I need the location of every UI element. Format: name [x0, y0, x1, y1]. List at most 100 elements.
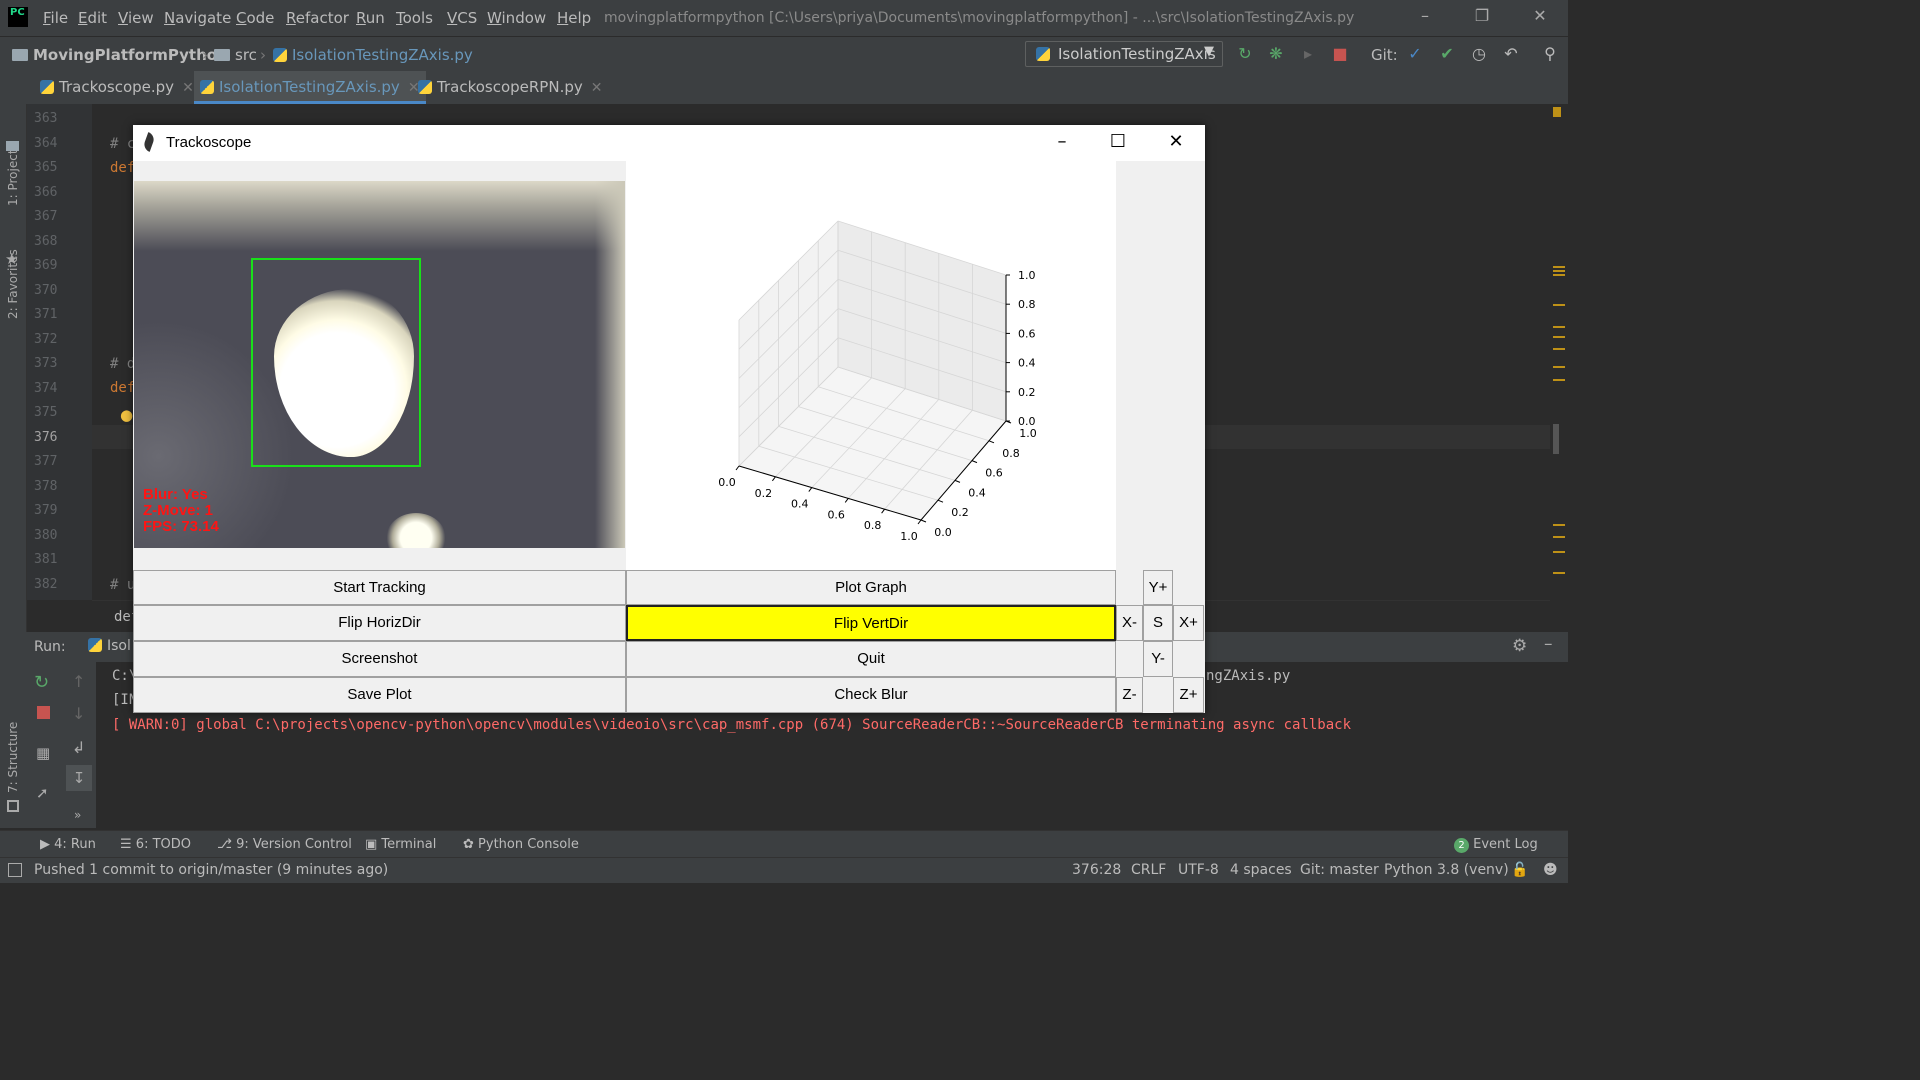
search-icon[interactable]: ⚲: [1541, 45, 1559, 63]
menu-refactor[interactable]: Refactor: [286, 9, 349, 27]
down-arrow-icon[interactable]: ↓: [72, 704, 85, 723]
warning-marker[interactable]: [1553, 536, 1565, 538]
trackoscope-title-bar[interactable]: Trackoscope – ☐ ✕: [133, 125, 1205, 161]
menu-vcs[interactable]: VCS: [447, 9, 477, 27]
plot-graph-button[interactable]: Plot Graph: [626, 570, 1116, 605]
x-plus-button[interactable]: X+: [1173, 605, 1204, 641]
save-plot-button[interactable]: Save Plot: [133, 677, 626, 713]
notifications-icon[interactable]: ☻: [1543, 862, 1558, 878]
python-interpreter[interactable]: Python 3.8 (venv): [1384, 862, 1509, 878]
tool-run[interactable]: ▶ 4: Run: [40, 837, 96, 852]
z-plus-button[interactable]: Z+: [1173, 677, 1204, 713]
lock-icon[interactable]: 🔓: [1511, 862, 1528, 878]
menu-help[interactable]: Help: [557, 9, 591, 27]
stop-button[interactable]: S: [1143, 605, 1173, 641]
file-encoding[interactable]: UTF-8: [1178, 862, 1219, 878]
warning-marker[interactable]: [1553, 326, 1565, 328]
x-minus-button[interactable]: X-: [1116, 605, 1143, 641]
tool-todo[interactable]: ☰ 6: TODO: [120, 837, 191, 852]
tab-trackoscoperpn[interactable]: TrackoscopeRPN.py ✕: [418, 71, 602, 104]
window-title: movingplatformpython [C:\Users\priya\Doc…: [604, 10, 1355, 26]
flip-vert-button[interactable]: Flip VertDir: [626, 605, 1116, 641]
event-log[interactable]: 2 Event Log: [1454, 837, 1538, 853]
toggle-panels-icon[interactable]: [8, 863, 22, 877]
menu-view[interactable]: View: [118, 9, 154, 27]
warning-marker[interactable]: [1553, 270, 1565, 272]
up-arrow-icon[interactable]: ↑: [72, 672, 85, 691]
menu-code[interactable]: Code: [236, 9, 274, 27]
tab-trackoscope[interactable]: Trackoscope.py ✕: [40, 71, 194, 104]
warning-marker[interactable]: [1553, 551, 1565, 553]
soft-wrap-icon[interactable]: ↲: [72, 738, 85, 757]
tool-version-control[interactable]: ⎇ 9: Version Control: [217, 837, 352, 852]
rerun-icon[interactable]: ↻: [1236, 45, 1254, 63]
structure-tool-window[interactable]: 7: Structure: [6, 722, 20, 793]
git-commit-icon[interactable]: ✔: [1438, 45, 1456, 63]
breadcrumb-file[interactable]: IsolationTestingZAxis.py: [273, 46, 473, 64]
minimize-icon[interactable]: –: [1042, 129, 1082, 155]
start-tracking-button[interactable]: Start Tracking: [133, 570, 626, 605]
breadcrumb-folder[interactable]: src: [214, 46, 257, 64]
plot-3d-svg: 0.00.20.40.60.81.0 0.00.20.40.60.81.00.00…: [718, 220, 1037, 543]
more-icon[interactable]: »: [74, 808, 81, 822]
y-minus-button[interactable]: Y-: [1143, 641, 1173, 677]
tool-python-console[interactable]: ✿ Python Console: [463, 837, 579, 852]
breadcrumb-project[interactable]: MovingPlatformPython: [12, 46, 228, 64]
close-tab-icon[interactable]: ✕: [182, 80, 194, 96]
pin-icon[interactable]: ➚: [36, 784, 49, 802]
check-blur-button[interactable]: Check Blur: [626, 677, 1116, 713]
menu-run[interactable]: Run: [356, 9, 385, 27]
indent-setting[interactable]: 4 spaces: [1230, 862, 1292, 878]
warning-marker[interactable]: [1553, 336, 1565, 338]
warning-marker[interactable]: [1553, 274, 1565, 276]
warning-marker[interactable]: [1553, 366, 1565, 368]
breadcrumb-folder-label: src: [235, 46, 257, 64]
run-panel-tab[interactable]: Isol: [88, 638, 131, 654]
stop-icon[interactable]: ■: [1331, 45, 1349, 63]
close-icon[interactable]: ✕: [1520, 6, 1560, 30]
minimize-icon[interactable]: –: [1405, 6, 1445, 30]
rerun-icon[interactable]: ↻: [34, 672, 49, 693]
close-tab-icon[interactable]: ✕: [591, 80, 603, 96]
run-configuration-select[interactable]: IsolationTestingZAxis ▼: [1025, 41, 1223, 67]
z-minus-button[interactable]: Z-: [1116, 677, 1143, 713]
quit-button[interactable]: Quit: [626, 641, 1116, 677]
line-separator[interactable]: CRLF: [1131, 862, 1166, 878]
y-plus-button[interactable]: Y+: [1143, 570, 1173, 605]
git-branch[interactable]: Git: master: [1300, 862, 1379, 878]
maximize-icon[interactable]: ☐: [1098, 129, 1138, 155]
status-message[interactable]: Pushed 1 commit to origin/master (9 minu…: [34, 862, 388, 878]
flip-horiz-button[interactable]: Flip HorizDir: [133, 605, 626, 641]
hide-panel-icon[interactable]: –: [1544, 634, 1553, 654]
warning-marker[interactable]: [1553, 304, 1565, 306]
history-icon[interactable]: ◷: [1470, 45, 1488, 63]
tool-terminal[interactable]: ▣ Terminal: [365, 837, 436, 852]
scroll-to-end-icon[interactable]: ↧: [66, 765, 92, 791]
layout-icon[interactable]: ▦: [36, 744, 50, 762]
close-icon[interactable]: ✕: [1156, 129, 1196, 155]
warning-marker[interactable]: [1553, 379, 1565, 381]
warning-marker[interactable]: [1553, 572, 1565, 574]
lightbulb-icon[interactable]: ●: [120, 406, 133, 424]
bottom-tool-bar: ▶ 4: Run ☰ 6: TODO ⎇ 9: Version Control …: [0, 830, 1568, 858]
warning-marker[interactable]: [1553, 107, 1561, 117]
project-tool-window[interactable]: 1: Project: [6, 149, 20, 206]
menu-tools[interactable]: Tools: [396, 9, 433, 27]
tab-isolationtestingzaxis[interactable]: IsolationTestingZAxis.py ✕: [194, 71, 426, 104]
rollback-icon[interactable]: ↶: [1502, 45, 1520, 63]
warning-marker[interactable]: [1553, 524, 1565, 526]
screenshot-button[interactable]: Screenshot: [133, 641, 626, 677]
menu-file[interactable]: File: [43, 9, 68, 27]
menu-edit[interactable]: Edit: [78, 9, 107, 27]
menu-window[interactable]: Window: [487, 9, 546, 27]
debug-icon[interactable]: ❋: [1267, 45, 1285, 63]
settings-gear-icon[interactable]: ⚙: [1512, 636, 1527, 656]
menu-navigate[interactable]: Navigate: [164, 9, 231, 27]
warning-marker[interactable]: [1553, 348, 1565, 350]
stop-icon[interactable]: [37, 706, 50, 719]
coverage-icon[interactable]: ▸: [1299, 45, 1317, 63]
caret-position[interactable]: 376:28: [1072, 862, 1121, 878]
git-update-icon[interactable]: ✓: [1406, 45, 1424, 63]
restore-icon[interactable]: ❐: [1462, 6, 1502, 30]
warning-marker[interactable]: [1553, 266, 1565, 268]
